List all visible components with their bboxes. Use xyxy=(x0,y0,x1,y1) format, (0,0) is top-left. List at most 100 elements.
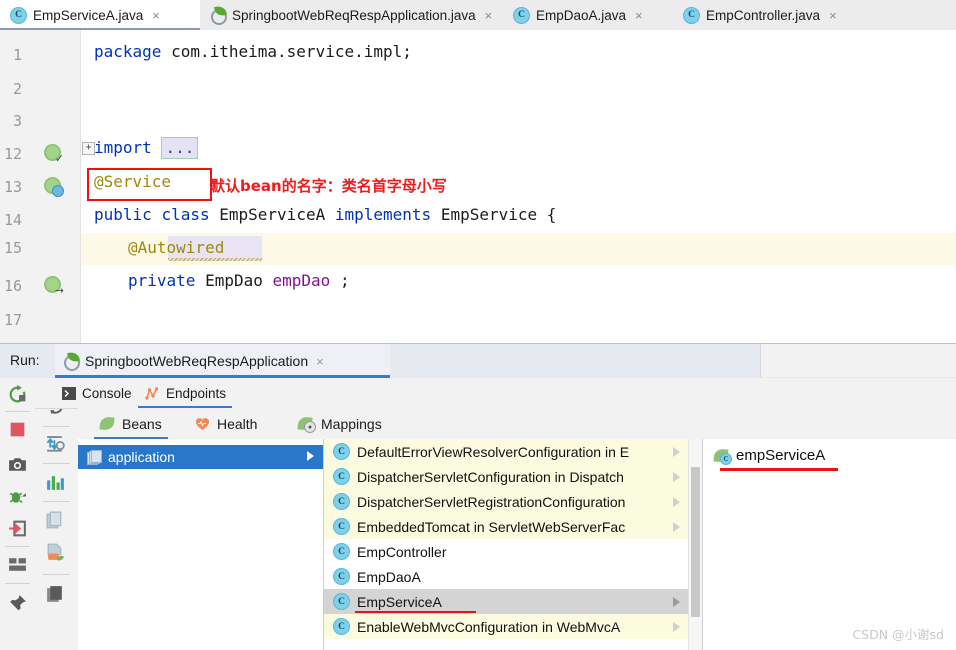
chevron-right-icon xyxy=(673,447,680,457)
field-type: EmpDao xyxy=(205,271,263,290)
line-number: 14 xyxy=(3,211,22,229)
subtab-label: Health xyxy=(217,415,258,432)
class-icon: C xyxy=(333,593,350,610)
beans-tree-pane[interactable]: application xyxy=(78,439,324,650)
code-editor[interactable]: 1 2 3 12 13 14 15 16 17 ✓ → package com.… xyxy=(0,30,956,343)
class-icon: C xyxy=(333,618,350,635)
editor-tab-emp-service-a[interactable]: C EmpServiceA.java × xyxy=(0,0,200,31)
bean-label: EmpController xyxy=(357,543,447,560)
autowired-dependency-gutter-icon[interactable]: → xyxy=(44,276,64,296)
class-icon: C xyxy=(10,6,27,24)
run-left-toolbar xyxy=(0,378,36,650)
bean-detail-name: empServiceA xyxy=(736,447,826,464)
bean-list-item[interactable]: C EmpController xyxy=(324,539,702,564)
class-icon: C xyxy=(333,443,350,460)
service-annotation-highlight-box xyxy=(87,168,212,201)
bean-list-item[interactable]: C DispatcherServletConfiguration in Disp… xyxy=(324,464,702,489)
bean-list-item[interactable]: C DefaultErrorViewResolverConfiguration … xyxy=(324,439,702,464)
tab-label: Endpoints xyxy=(166,385,227,401)
selected-bean-underline xyxy=(355,610,476,613)
run-tool-window: Run: SpringbootWebReqRespApplication × C… xyxy=(0,343,956,650)
open-brace: { xyxy=(546,205,557,224)
run-configuration-tab[interactable]: SpringbootWebReqRespApplication × xyxy=(55,344,390,378)
code-line-1: package com.itheima.service.impl; xyxy=(94,42,412,61)
bean-export-icon[interactable] xyxy=(45,542,66,563)
code-text-area[interactable]: package com.itheima.service.impl; + impo… xyxy=(80,30,956,343)
layout-icon[interactable] xyxy=(7,554,28,575)
keyword-class: class xyxy=(161,205,210,224)
bean-detail-pane[interactable]: C empServiceA CSDN @小谢sd xyxy=(703,439,956,650)
chinese-annotation-note: 默认bean的名字：类名首字母小写 xyxy=(210,177,447,195)
run-label: Run: xyxy=(10,352,40,368)
close-icon[interactable]: × xyxy=(635,9,643,22)
package-name: com.itheima.service.impl; xyxy=(161,42,412,61)
bean-label: EmbeddedTomcat in ServletWebServerFac xyxy=(357,518,626,535)
mappings-icon: ● xyxy=(297,415,316,433)
line-number: 3 xyxy=(12,112,22,130)
subtab-mappings[interactable]: ● Mappings xyxy=(292,408,388,439)
chevron-right-icon xyxy=(673,522,680,532)
editor-tab-label: EmpServiceA.java xyxy=(33,7,144,23)
beans-list-scrollbar[interactable] xyxy=(688,439,702,650)
bean-list-item[interactable]: C DispatcherServletRegistrationConfigura… xyxy=(324,489,702,514)
bean-list-item[interactable]: C EnableWebMvcConfiguration in WebMvcA xyxy=(324,614,702,639)
tree-node-application[interactable]: application xyxy=(78,445,323,469)
endpoints-icon xyxy=(145,387,159,400)
copy-icon[interactable] xyxy=(45,510,66,531)
stop-icon[interactable] xyxy=(7,419,28,440)
import-fold-placeholder[interactable]: ... xyxy=(161,137,199,159)
bean-class-icon: C xyxy=(713,447,732,465)
implementing-method-gutter-icon[interactable]: ✓ xyxy=(44,144,64,164)
close-icon[interactable]: × xyxy=(152,9,160,22)
editor-tab-bar: C EmpServiceA.java × SpringbootWebReqRes… xyxy=(0,0,956,31)
bean-list-item[interactable]: C EmbeddedTomcat in ServletWebServerFac xyxy=(324,514,702,539)
editor-tab-emp-controller[interactable]: C EmpController.java × xyxy=(673,0,867,30)
tree-node-label: application xyxy=(108,449,175,465)
keyword-import: import xyxy=(94,138,152,157)
class-icon: C xyxy=(333,568,350,585)
bean-list-item-selected[interactable]: C EmpServiceA xyxy=(324,589,702,614)
field-name: empDao xyxy=(272,271,331,290)
debug-attach-icon[interactable] xyxy=(7,486,28,507)
editor-tab-label: EmpController.java xyxy=(706,7,821,23)
close-icon[interactable]: × xyxy=(316,354,324,369)
editor-gutter[interactable]: 1 2 3 12 13 14 15 16 17 ✓ → xyxy=(0,30,81,343)
module-icon xyxy=(87,450,102,465)
code-line-13: public class EmpServiceA implements EmpS… xyxy=(94,205,556,224)
scrollbar-thumb[interactable] xyxy=(691,467,700,617)
code-line-15: @Autowired xyxy=(128,238,224,257)
run-configuration-name: SpringbootWebReqRespApplication xyxy=(85,353,309,369)
editor-tab-emp-dao-a[interactable]: C EmpDaoA.java × xyxy=(503,0,673,30)
keyword-implements: implements xyxy=(334,205,432,224)
bean-detail-row[interactable]: C empServiceA xyxy=(713,447,826,465)
bean-icon xyxy=(99,416,115,431)
layers-icon[interactable] xyxy=(45,584,66,605)
warning-squiggle xyxy=(168,258,262,261)
exit-arrow-icon[interactable] xyxy=(7,518,28,539)
code-line-16: private EmpDao empDao ; xyxy=(128,271,350,290)
beans-list-pane[interactable]: C DefaultErrorViewResolverConfiguration … xyxy=(324,439,703,650)
tab-label: Console xyxy=(82,385,132,401)
subtab-health[interactable]: Health xyxy=(189,408,263,439)
pin-icon[interactable] xyxy=(7,593,28,614)
chart-icon[interactable] xyxy=(45,472,66,493)
chevron-right-icon xyxy=(673,597,680,607)
editor-tab-springboot-application[interactable]: SpringbootWebReqRespApplication.java × xyxy=(200,0,503,30)
rerun-icon[interactable] xyxy=(7,384,28,405)
close-icon[interactable]: × xyxy=(829,9,837,22)
bean-list-item[interactable]: C EmpDaoA xyxy=(324,564,702,589)
close-icon[interactable]: × xyxy=(485,9,493,22)
camera-icon[interactable] xyxy=(7,454,28,475)
run-header-right-spacer xyxy=(760,344,956,377)
subtab-beans[interactable]: Beans xyxy=(94,408,168,439)
thread-dump-icon[interactable] xyxy=(45,434,66,455)
endpoints-subtabs: Beans Health ● Mappings xyxy=(78,408,956,440)
code-line-3: import ... xyxy=(94,137,199,159)
implemented-by-gutter-icon[interactable] xyxy=(44,177,64,197)
line-number: 15 xyxy=(3,239,22,257)
tab-endpoints[interactable]: Endpoints xyxy=(138,378,233,408)
tab-console[interactable]: Console xyxy=(56,378,138,408)
run-tool-window-header: Run: SpringbootWebReqRespApplication × xyxy=(0,344,956,379)
chevron-right-icon xyxy=(673,472,680,482)
subtab-label: Beans xyxy=(122,415,162,432)
